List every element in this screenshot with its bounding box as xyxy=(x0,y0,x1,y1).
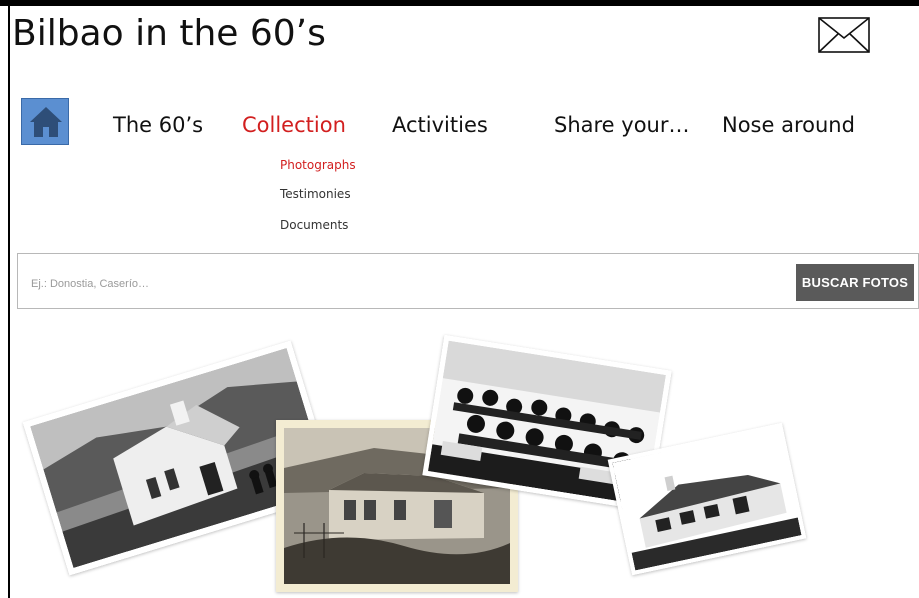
submenu-item-documents[interactable]: Documents xyxy=(280,217,348,233)
top-border xyxy=(0,0,919,6)
nav-item-collection[interactable]: Collection xyxy=(242,111,346,139)
submenu-item-photographs[interactable]: Photographs xyxy=(280,157,356,173)
left-border xyxy=(8,0,10,598)
search-bar: BUSCAR FOTOS xyxy=(17,253,919,309)
search-input[interactable] xyxy=(29,272,633,296)
nav-item-activities[interactable]: Activities xyxy=(392,111,488,139)
nav-item-share-your[interactable]: Share your… xyxy=(554,111,690,139)
site-title: Bilbao in the 60’s xyxy=(12,13,326,54)
home-icon xyxy=(30,107,62,137)
nav-item-nose-around[interactable]: Nose around xyxy=(722,111,855,139)
mail-envelope-icon[interactable] xyxy=(818,17,870,53)
nav-item-the-60s[interactable]: The 60’s xyxy=(113,111,203,139)
submenu-item-testimonies[interactable]: Testimonies xyxy=(280,186,351,202)
search-photos-button[interactable]: BUSCAR FOTOS xyxy=(796,264,914,301)
home-button[interactable] xyxy=(21,98,69,145)
